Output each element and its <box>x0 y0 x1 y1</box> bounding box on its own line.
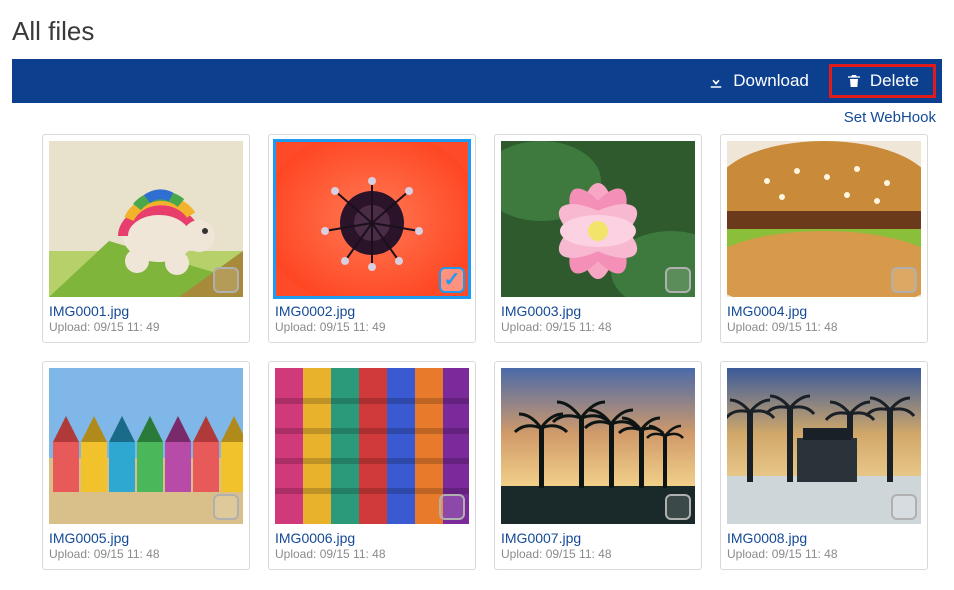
select-checkbox[interactable]: ✓ <box>213 267 239 293</box>
set-webhook-link[interactable]: Set WebHook <box>844 109 936 126</box>
delete-button[interactable]: Delete <box>829 64 936 98</box>
file-card[interactable]: ✓ IMG0001.jpgUpload: 09/15 11: 49 <box>42 134 250 343</box>
file-card[interactable]: ✓ IMG0004.jpgUpload: 09/15 11: 48 <box>720 134 928 343</box>
page-title: All files <box>12 16 942 47</box>
file-card[interactable]: ✓ IMG0002.jpgUpload: 09/15 11: 49 <box>268 134 476 343</box>
file-thumbnail[interactable]: ✓ <box>501 368 695 524</box>
file-thumbnail[interactable]: ✓ <box>49 368 243 524</box>
file-name[interactable]: IMG0003.jpg <box>501 303 695 319</box>
file-upload-time: Upload: 09/15 11: 48 <box>49 547 243 561</box>
file-card[interactable]: ✓ IMG0003.jpgUpload: 09/15 11: 48 <box>494 134 702 343</box>
file-grid: ✓IMG0001.jpgUpload: 09/15 11: 49 ✓IMG000… <box>12 130 942 580</box>
download-label: Download <box>733 71 809 91</box>
trash-icon <box>846 72 862 90</box>
select-checkbox[interactable]: ✓ <box>439 267 465 293</box>
file-name[interactable]: IMG0006.jpg <box>275 530 469 546</box>
file-upload-time: Upload: 09/15 11: 48 <box>501 320 695 334</box>
file-upload-time: Upload: 09/15 11: 48 <box>501 547 695 561</box>
file-upload-time: Upload: 09/15 11: 49 <box>275 320 469 334</box>
sub-toolbar: Set WebHook <box>12 103 942 130</box>
file-thumbnail[interactable]: ✓ <box>501 141 695 297</box>
check-icon: ✓ <box>444 270 461 290</box>
file-upload-time: Upload: 09/15 11: 48 <box>275 547 469 561</box>
file-name[interactable]: IMG0001.jpg <box>49 303 243 319</box>
file-card[interactable]: ✓ IMG0007.jpgUpload: 09/15 11: 48 <box>494 361 702 570</box>
file-thumbnail[interactable]: ✓ <box>275 141 469 297</box>
file-card[interactable]: ✓ IMG0008.jpgUpload: 09/15 11: 48 <box>720 361 928 570</box>
file-name[interactable]: IMG0002.jpg <box>275 303 469 319</box>
select-checkbox[interactable]: ✓ <box>891 267 917 293</box>
select-checkbox[interactable]: ✓ <box>439 494 465 520</box>
file-thumbnail[interactable]: ✓ <box>727 368 921 524</box>
file-upload-time: Upload: 09/15 11: 49 <box>49 320 243 334</box>
select-checkbox[interactable]: ✓ <box>891 494 917 520</box>
select-checkbox[interactable]: ✓ <box>665 267 691 293</box>
file-card[interactable]: ✓ IMG0006.jpgUpload: 09/15 11: 48 <box>268 361 476 570</box>
file-thumbnail[interactable]: ✓ <box>49 141 243 297</box>
file-thumbnail[interactable]: ✓ <box>727 141 921 297</box>
select-checkbox[interactable]: ✓ <box>665 494 691 520</box>
file-name[interactable]: IMG0004.jpg <box>727 303 921 319</box>
action-toolbar: Download Delete <box>12 59 942 103</box>
file-name[interactable]: IMG0008.jpg <box>727 530 921 546</box>
file-upload-time: Upload: 09/15 11: 48 <box>727 320 921 334</box>
select-checkbox[interactable]: ✓ <box>213 494 239 520</box>
download-button[interactable]: Download <box>695 64 821 98</box>
file-name[interactable]: IMG0007.jpg <box>501 530 695 546</box>
file-card[interactable]: ✓ IMG0005.jpgUpload: 09/15 11: 48 <box>42 361 250 570</box>
file-thumbnail[interactable]: ✓ <box>275 368 469 524</box>
download-icon <box>707 72 725 90</box>
delete-label: Delete <box>870 71 919 91</box>
file-name[interactable]: IMG0005.jpg <box>49 530 243 546</box>
file-upload-time: Upload: 09/15 11: 48 <box>727 547 921 561</box>
